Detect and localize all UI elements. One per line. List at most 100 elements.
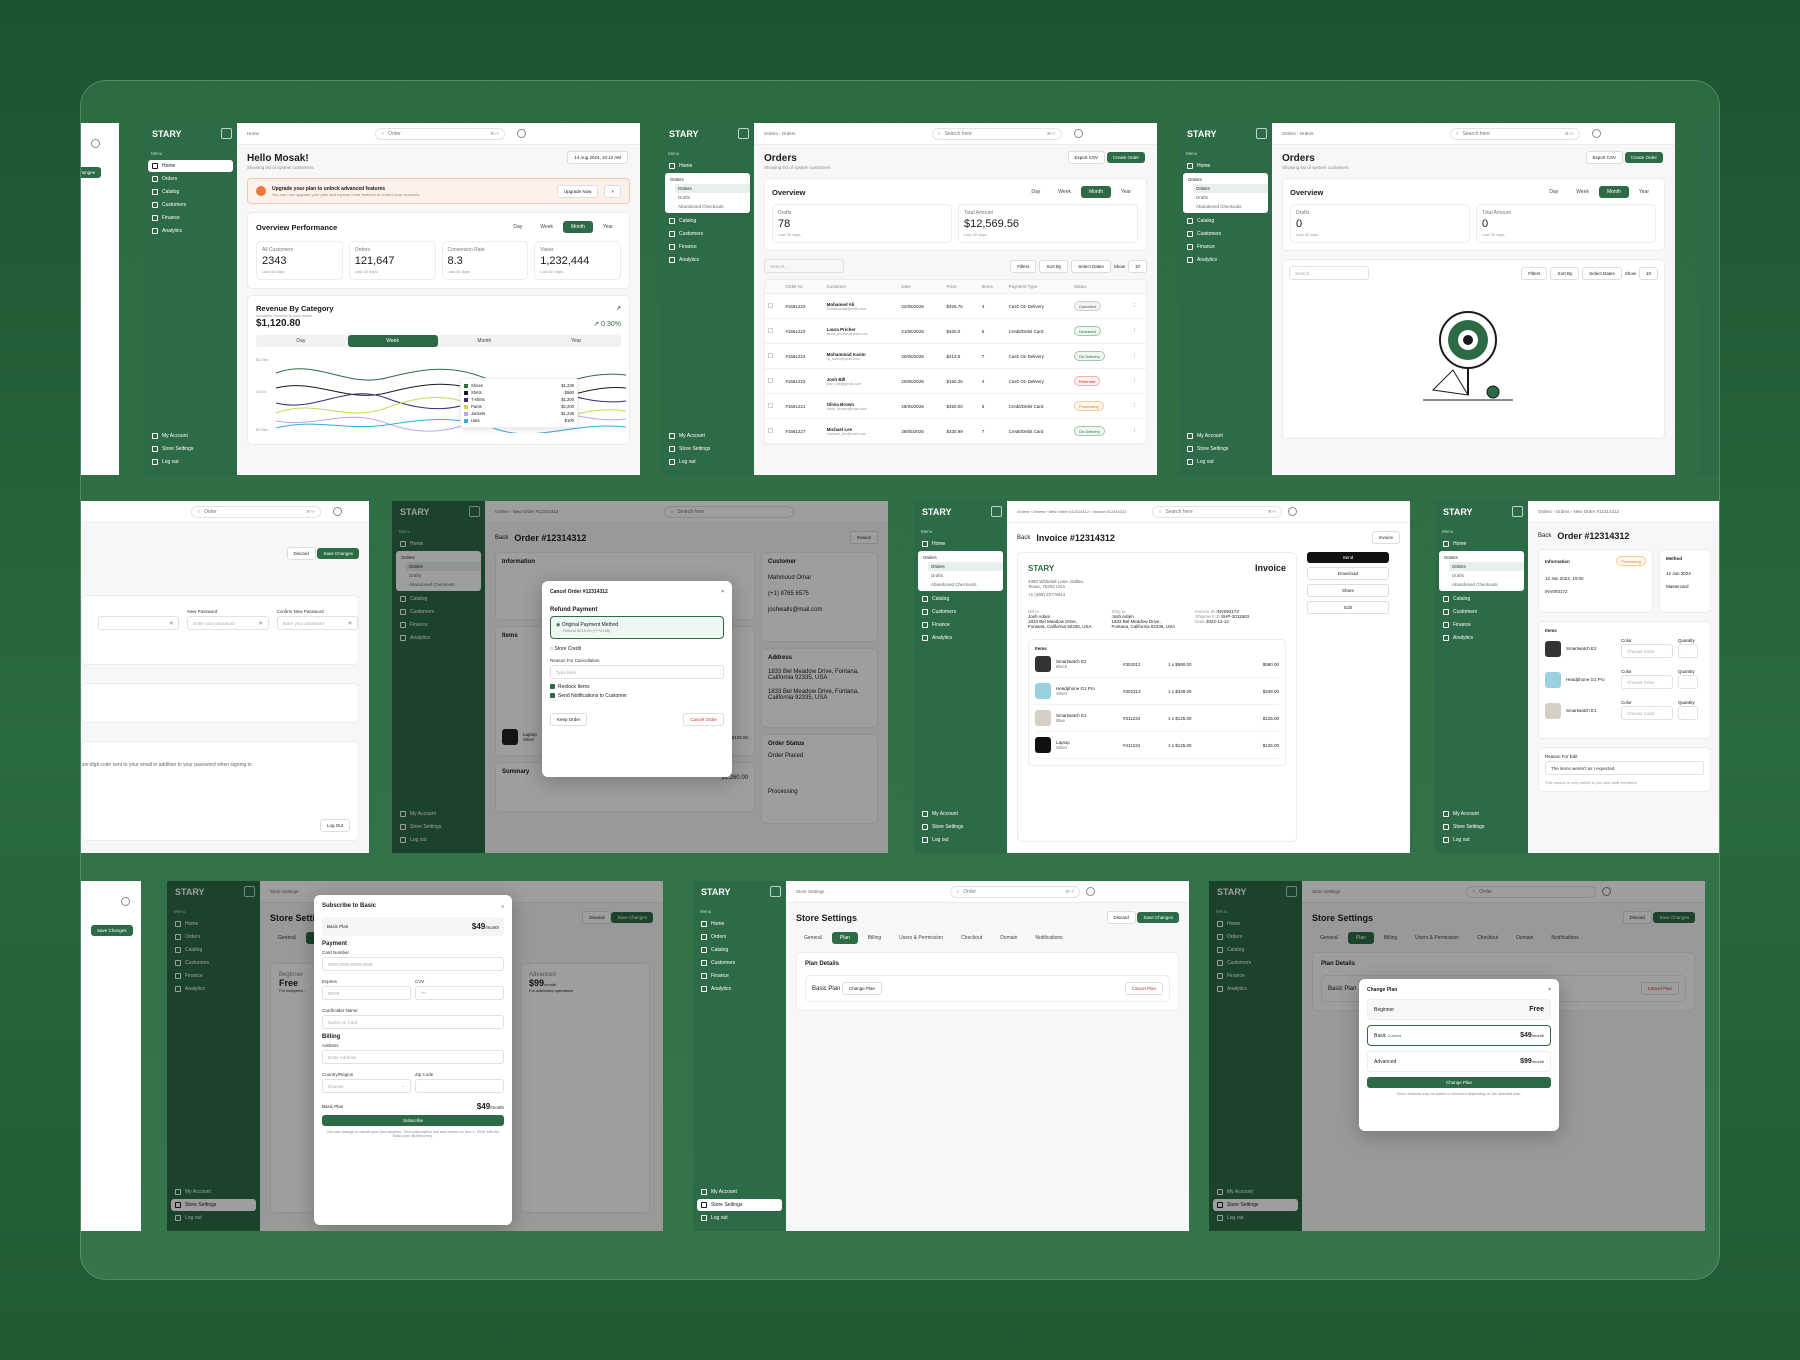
nav-store-settings[interactable]: Store Settings [148,443,233,455]
sort-button[interactable]: Sort By [1039,259,1069,273]
period-tabs[interactable]: Day Week Month Year [505,221,621,233]
nav-home[interactable]: Home [148,160,233,172]
quantity-stepper[interactable]: - [1678,706,1698,720]
nav-drafts[interactable]: Drafts [675,193,750,202]
nav-home[interactable]: Home [396,538,481,550]
cancel-plan-button[interactable]: Cancel Plan [1640,982,1679,995]
nav-customers[interactable]: Customers [1439,606,1524,618]
nav-abandoned[interactable]: Abandoned Checkouts [675,202,750,211]
eye-icon[interactable]: ◉ [169,620,173,626]
nav-catalog[interactable]: Catalog [665,215,750,227]
nav-finance[interactable]: Finance [697,970,782,982]
sidebar-toggle-icon[interactable] [1512,506,1523,517]
export-csv-button[interactable]: Export CSV [1067,151,1106,164]
revenue-period-tabs[interactable]: Day Week Month Year [256,335,621,347]
table-row[interactable]: #1561223 Josh Bill josh_bill@gmail.com 20/0… [765,368,1146,394]
row-checkbox[interactable] [768,328,773,333]
close-icon[interactable]: × [721,589,724,595]
reason-input[interactable]: The items weren't as I expected [1545,761,1704,775]
filters-button[interactable]: Filters [1010,259,1037,273]
invoice-button[interactable]: Invoice [849,531,878,544]
save-changes-button[interactable]: Save Changes [611,912,653,923]
tab-0[interactable]: General [1312,932,1346,944]
create-order-button[interactable]: Create Order [1624,152,1663,163]
tab-2[interactable]: Billing [860,932,889,944]
change-plan-button[interactable]: Change Plan [842,982,883,995]
nav-analytics[interactable]: Analytics [1183,254,1268,266]
nav-analytics[interactable]: Analytics [148,225,233,237]
nav-home[interactable]: Home [171,918,256,930]
search-input[interactable]: ○ Search here ⌘+F [1152,505,1283,518]
expand-icon[interactable]: ↗ [616,305,621,312]
nav-home[interactable]: Home [918,538,1003,550]
tab-6[interactable]: Notifications [1543,932,1586,944]
nav-orders-list[interactable]: Orders [406,562,481,571]
sidebar-toggle-icon[interactable] [991,506,1002,517]
nav-store-settings[interactable]: Store Settings [396,821,481,833]
close-icon[interactable]: × [1548,987,1551,993]
table-row[interactable]: #1561223 Mohammad Karim m_karim@mail.com 20… [765,343,1146,369]
nav-finance[interactable]: Finance [1439,619,1524,631]
log-out-button[interactable]: Log Out [319,819,350,832]
more-icon[interactable]: ⋮ [1129,393,1146,419]
nav-orders[interactable]: Orders [1213,931,1298,943]
export-csv-button[interactable]: Export CSV [1585,151,1624,164]
period-tabs[interactable]: Day Week Month Year [1541,186,1657,198]
status-badge[interactable]: Processing [1616,556,1646,566]
breadcrumb[interactable]: Store Settings [270,889,298,894]
bell-icon[interactable] [1288,507,1298,516]
color-select[interactable]: Choose Color [1621,644,1673,658]
nav-catalog[interactable]: Catalog [697,944,782,956]
plan-option[interactable]: Beginner Free [1367,999,1551,1020]
nav-my-account[interactable]: My Account [665,430,750,442]
breadcrumb[interactable]: Orders › New Order #12314312 [495,509,558,514]
table-search-input[interactable]: Search... [764,259,844,273]
nav-orders[interactable]: Orders [398,553,481,562]
show-select[interactable]: 10 [1638,266,1658,280]
sidebar-toggle-icon[interactable] [1256,128,1267,139]
nav-finance[interactable]: Finance [665,241,750,253]
show-select[interactable]: 10 [1127,259,1147,273]
search-input[interactable]: ○ Order [1466,885,1597,898]
breadcrumb[interactable]: Orders › Orders [1282,131,1314,136]
select-dates-button[interactable]: Select Dates [1071,259,1111,273]
nav-customers[interactable]: Customers [1213,957,1298,969]
nav-finance[interactable]: Finance [1213,970,1298,982]
card-number-input[interactable]: 0000-0000-0000-0000 [322,957,504,971]
nav-analytics[interactable]: Analytics [697,983,782,995]
nav-log-out[interactable]: Log out [665,456,750,468]
nav-my-account[interactable]: My Account [1213,1186,1298,1198]
row-checkbox[interactable] [768,403,773,408]
more-icon[interactable]: ⋮ [1129,418,1146,444]
subscribe-button[interactable]: Subscribe [322,1115,504,1126]
nav-my-account[interactable]: My Account [1439,808,1524,820]
bell-icon[interactable] [1591,129,1601,138]
nav-drafts[interactable]: Drafts [1449,571,1524,580]
nav-analytics[interactable]: Analytics [1439,632,1524,644]
nav-finance[interactable]: Finance [918,619,1003,631]
nav-abandoned[interactable]: Abandoned Checkouts [406,580,481,589]
breadcrumb[interactable]: Home [247,131,259,136]
upgrade-now-button[interactable]: Upgrade Now [556,184,599,198]
plan-option[interactable]: Advanced $99/month [1367,1051,1551,1072]
breadcrumb[interactable]: Orders › Orders › New Order #12314312 [1538,509,1619,514]
search-input[interactable]: ○ Order ⌘+F [375,127,506,140]
discard-button[interactable]: Discard [582,911,612,924]
color-select[interactable]: Choose Color [1621,706,1673,720]
discard-button[interactable]: Discard [286,547,316,560]
nav-analytics[interactable]: Analytics [396,632,481,644]
color-select[interactable]: Choose Color [1621,675,1673,689]
nav-log-out[interactable]: Log out [1213,1212,1298,1224]
table-row[interactable]: #1561227 Michael Lee michael_lee@mail.com 2… [765,418,1146,444]
nav-my-account[interactable]: My Account [918,808,1003,820]
change-plan-confirm-button[interactable]: Change Plan [1367,1077,1551,1088]
breadcrumb[interactable]: Orders › Orders › New Order #12314312 › … [1017,509,1126,514]
nav-orders-list[interactable]: Orders [1449,562,1524,571]
cancel-plan-button[interactable]: Cancel Plan [1124,982,1163,995]
table-row[interactable]: #1561221 Olivia Brown olivia_brown@mail.co… [765,393,1146,419]
nav-log-out[interactable]: Log out [148,456,233,468]
nav-home[interactable]: Home [665,160,750,172]
more-icon[interactable]: ⋮ [1129,293,1146,319]
row-checkbox[interactable] [768,428,773,433]
nav-orders[interactable]: Orders [171,931,256,943]
